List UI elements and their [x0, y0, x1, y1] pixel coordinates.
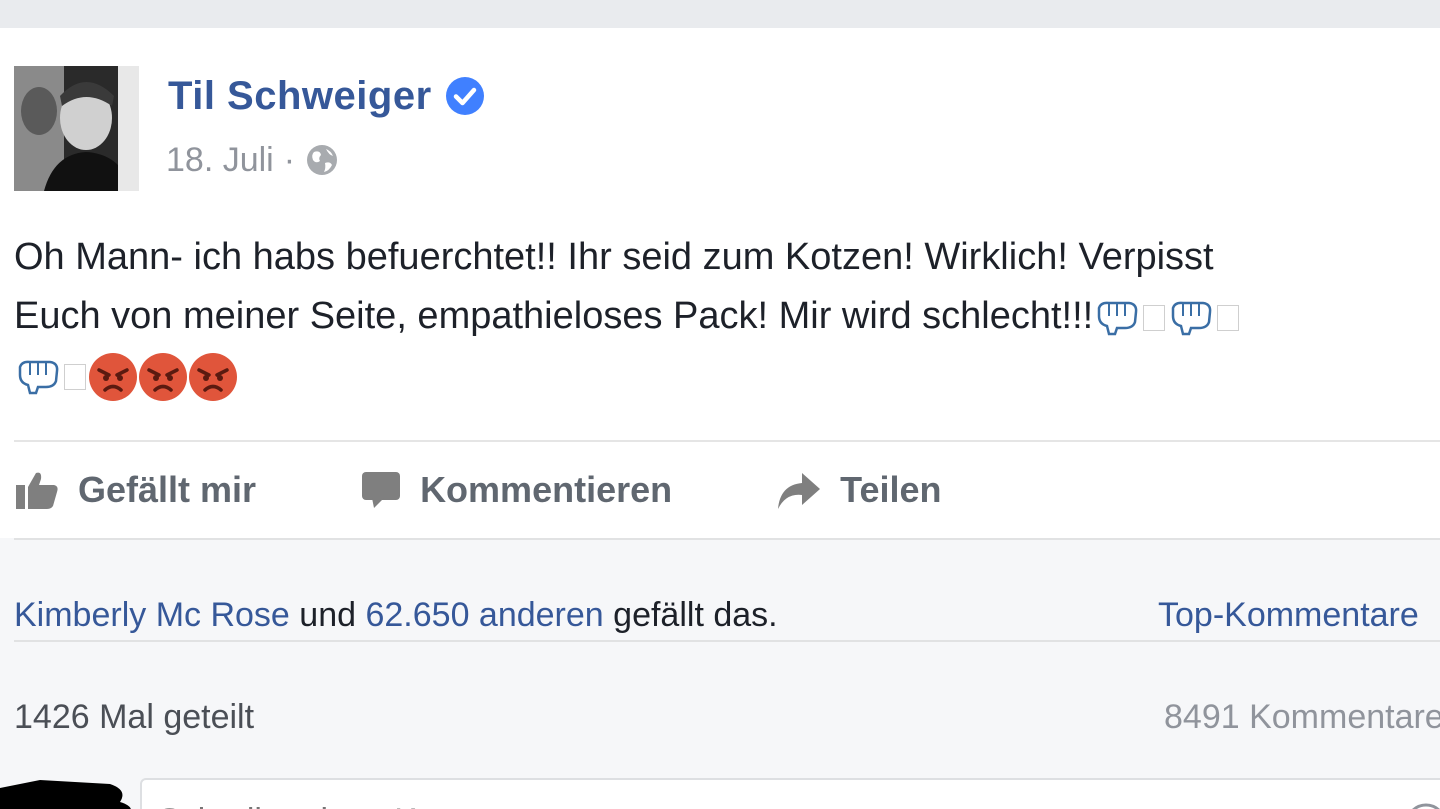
shares-count[interactable]: 1426 Mal geteilt: [14, 698, 254, 737]
comment-label: Kommentieren: [420, 469, 673, 510]
share-button[interactable]: Teilen: [776, 469, 941, 511]
divider: [14, 640, 1440, 642]
likes-suffix: gefällt das.: [613, 596, 778, 634]
likes-summary: Kimberly Mc Rose und 62.650 anderen gefä…: [14, 596, 778, 635]
post-date[interactable]: 18. Juli: [166, 140, 274, 180]
globe-icon[interactable]: [305, 143, 339, 177]
missing-glyph-box: [1143, 304, 1166, 331]
like-label: Gefällt mir: [78, 469, 257, 510]
verified-badge-icon: [445, 77, 484, 115]
liker-name-link[interactable]: Kimberly Mc Rose: [14, 596, 290, 634]
post-actions: Gefällt mir Kommentieren Teilen: [14, 442, 941, 538]
post-body: Oh Mann- ich habs befuerchtet!! Ihr seid…: [14, 228, 1440, 405]
fist-bump-emoji: [1171, 301, 1212, 336]
top-comments-link[interactable]: Top-Kommentare: [1158, 596, 1419, 635]
share-label: Teilen: [840, 469, 942, 510]
missing-glyph-box: [64, 363, 86, 390]
likes-and: und: [299, 596, 357, 634]
author-avatar[interactable]: [14, 66, 139, 191]
fist-bump-emoji: [1097, 301, 1138, 336]
angry-face-emoji: [89, 352, 137, 401]
comment-input[interactable]: [158, 802, 1258, 809]
post-card: Til Schweiger 18. Juli · Oh Mann- ich ha…: [0, 28, 1440, 809]
post-meta: 18. Juli ·: [166, 140, 339, 180]
speech-bubble-icon: [362, 472, 401, 508]
camera-icon[interactable]: [1292, 804, 1340, 809]
post-header: Til Schweiger: [168, 72, 484, 120]
comment-box: [140, 778, 1440, 809]
post-text-line-1: Oh Mann- ich habs befuerchtet!! Ihr seid…: [14, 236, 1214, 278]
post-footer: [0, 538, 1440, 809]
avatar-photo: [14, 66, 139, 191]
others-link[interactable]: 62.650 anderen: [365, 596, 603, 634]
fist-bump-emoji: [18, 360, 59, 395]
post-text-line-3: [14, 346, 1440, 405]
post-text-line-2-text: Euch von meiner Seite, empathieloses Pac…: [14, 295, 1094, 337]
angry-face-emoji: [139, 352, 187, 401]
commenter-avatar-redacted: [0, 780, 131, 809]
like-button[interactable]: Gefällt mir: [14, 469, 256, 511]
author-name[interactable]: Til Schweiger: [168, 72, 432, 120]
missing-glyph-box: [1217, 304, 1240, 331]
share-arrow-icon: [778, 473, 821, 509]
angry-face-emoji: [189, 352, 237, 401]
comment-button[interactable]: Kommentieren: [360, 469, 672, 511]
meta-separator: ·: [283, 141, 296, 179]
divider: [14, 538, 1440, 540]
smiley-icon[interactable]: [1404, 802, 1440, 809]
post-text-line-2: Euch von meiner Seite, empathieloses Pac…: [14, 287, 1440, 346]
comments-count[interactable]: 8491 Kommentare: [1164, 698, 1440, 737]
thumbs-up-icon: [16, 472, 58, 509]
